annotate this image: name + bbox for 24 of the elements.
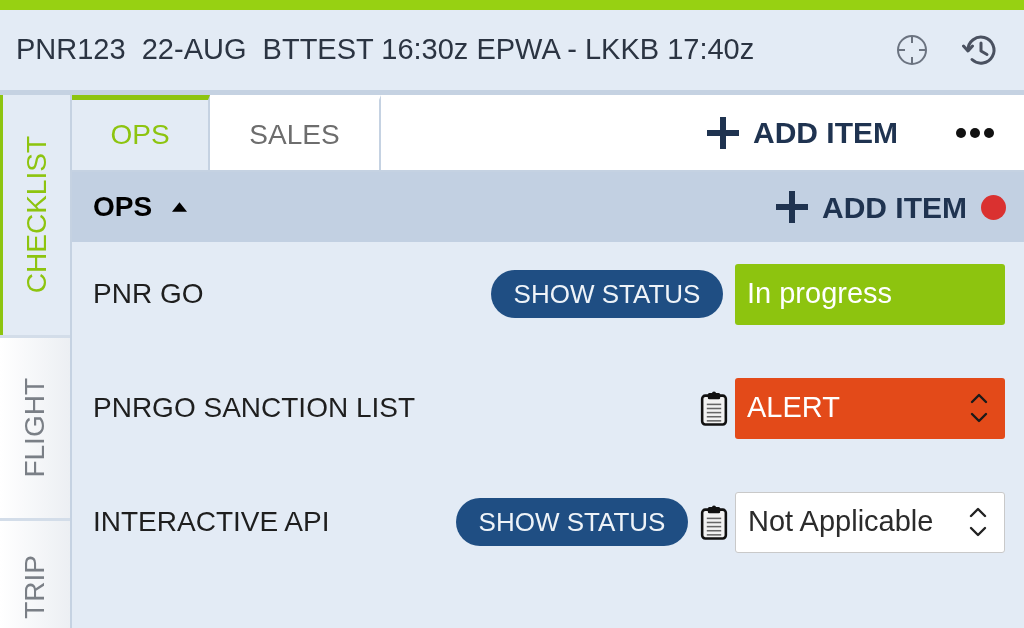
- add-item-button[interactable]: ADD ITEM: [776, 184, 967, 230]
- crosshair-icon[interactable]: [896, 34, 928, 66]
- flight-summary: PNR123 22-AUG BTTEST 16:30z EPWA - LKKB 17:40z: [16, 32, 755, 68]
- show-status-button[interactable]: SHOW STATUS: [491, 270, 723, 318]
- clipboard-icon[interactable]: [700, 390, 728, 426]
- status-select[interactable]: Not Applicable: [735, 491, 1005, 553]
- plus-icon: [776, 191, 808, 223]
- more-icon[interactable]: [956, 127, 994, 138]
- chevron-up-down-icon: [968, 506, 988, 538]
- history-icon[interactable]: [962, 33, 998, 67]
- status-display: In progress: [735, 263, 1005, 325]
- add-item-button[interactable]: ADD ITEM: [707, 110, 898, 155]
- status-select[interactable]: ALERT: [735, 377, 1005, 439]
- side-tab[interactable]: FLIGHT: [0, 338, 70, 518]
- chevron-up-down-icon: [969, 392, 989, 424]
- clipboard-icon[interactable]: [700, 504, 728, 540]
- checklist-item-label: PNR GO: [93, 277, 204, 311]
- section-title[interactable]: OPS: [93, 186, 153, 228]
- plus-icon: [707, 116, 739, 149]
- side-tab[interactable]: TRIP: [0, 521, 70, 628]
- checklist-item-label: PNRGO SANCTION LIST: [93, 391, 416, 425]
- checklist-item-label: INTERACTIVE API: [93, 505, 330, 539]
- show-status-button[interactable]: SHOW STATUS: [456, 498, 688, 546]
- caret-up-icon[interactable]: [172, 202, 188, 212]
